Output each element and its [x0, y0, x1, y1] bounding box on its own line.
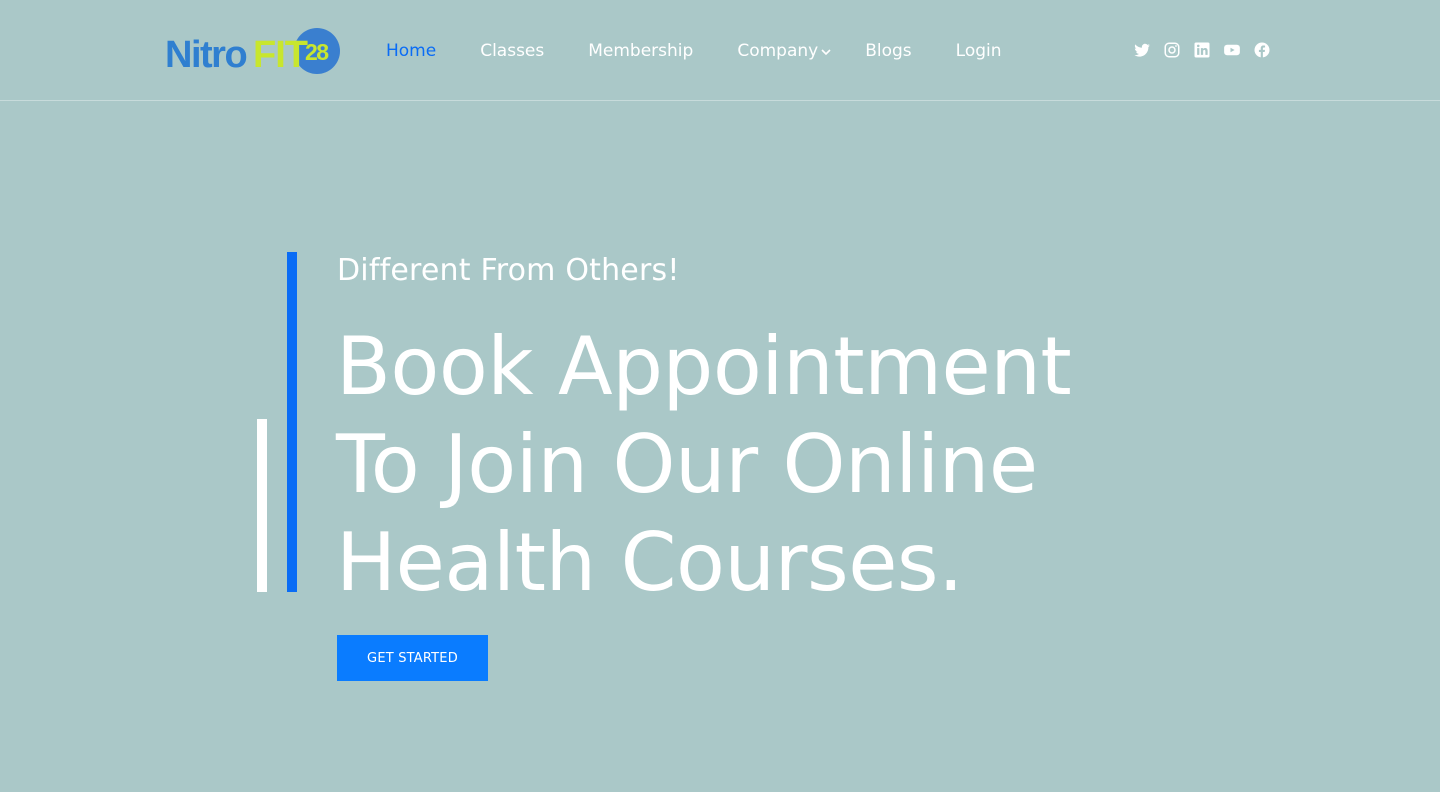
hero-headline-line-2: To Join Our Online: [336, 418, 1038, 511]
social-links: [1133, 41, 1271, 59]
hero-headline-line-1: Book Appointment: [336, 320, 1072, 413]
nav-company[interactable]: Company: [737, 41, 831, 61]
nav-login[interactable]: Login: [956, 41, 1002, 61]
nav-company-label: Company: [737, 41, 819, 61]
chevron-down-icon: [821, 48, 831, 55]
nav-classes[interactable]: Classes: [480, 41, 544, 61]
logo-text-fit: FIT: [253, 34, 308, 74]
hero-subtitle: Different From Others!: [337, 253, 680, 288]
logo-mark: Nitro FIT 28: [165, 28, 340, 74]
main-nav: Home Classes Membership Company Blogs Lo…: [386, 38, 1002, 64]
facebook-icon[interactable]: [1253, 41, 1271, 59]
nav-home[interactable]: Home: [386, 41, 436, 61]
linkedin-icon[interactable]: [1193, 41, 1211, 59]
youtube-icon[interactable]: [1223, 41, 1241, 59]
nav-blogs[interactable]: Blogs: [865, 41, 911, 61]
hero-headline-line-3: Health Courses.: [336, 516, 964, 609]
get-started-button[interactable]: GET STARTED: [337, 635, 488, 681]
hero-headline: Book Appointment To Join Our Online Heal…: [336, 318, 1072, 612]
brand-logo[interactable]: Nitro FIT 28: [165, 28, 341, 74]
accent-bar-white: [257, 419, 267, 592]
instagram-icon[interactable]: [1163, 41, 1181, 59]
nav-membership[interactable]: Membership: [588, 41, 693, 61]
logo-text-nitro: Nitro: [165, 34, 246, 74]
twitter-icon[interactable]: [1133, 41, 1151, 59]
accent-bar-blue: [287, 252, 297, 592]
logo-text-28: 28: [305, 39, 329, 65]
site-header: Nitro FIT 28 Home Classes Membership Com…: [0, 0, 1440, 101]
